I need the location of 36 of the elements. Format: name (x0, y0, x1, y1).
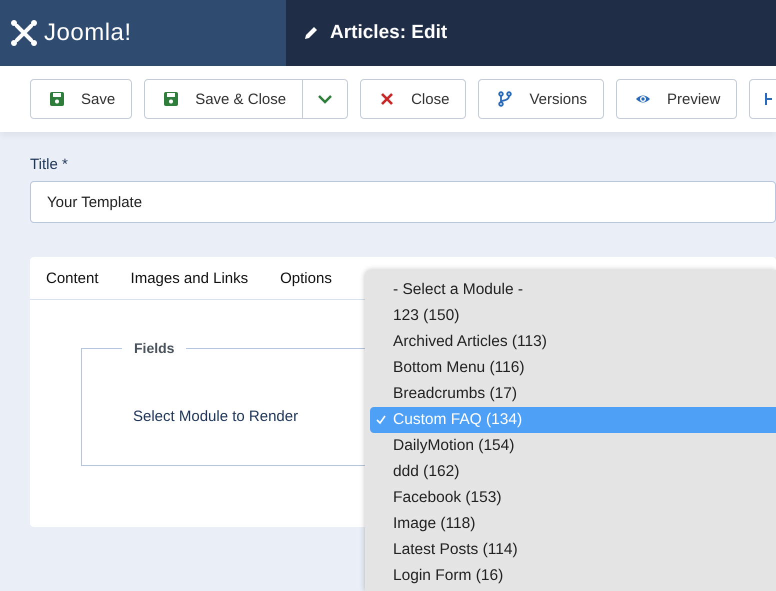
toolbar-button[interactable] (749, 79, 776, 119)
save-close-button[interactable]: Save & Close (144, 79, 304, 119)
save-button[interactable]: Save (30, 79, 132, 119)
dropdown-option[interactable]: Latest Posts (114) (370, 537, 776, 563)
dropdown-option[interactable]: - Select a Module - (370, 277, 776, 303)
dropdown-option[interactable]: ddd (162) (370, 459, 776, 485)
dropdown-toggle-button[interactable] (303, 79, 348, 119)
close-icon (379, 91, 396, 107)
tab[interactable]: Images and Links (114, 257, 264, 299)
joomla-logo-icon (9, 18, 39, 48)
branch-icon (497, 91, 514, 107)
preview-button[interactable]: Preview (616, 79, 738, 119)
checkmark-icon (376, 415, 386, 425)
dropdown-option[interactable]: Archived Articles (113) (370, 329, 776, 355)
dropdown-option[interactable]: Image (118) (370, 511, 776, 537)
close-button[interactable]: Close (360, 79, 466, 119)
dropdown-option[interactable]: Breadcrumbs (17) (370, 381, 776, 407)
dropdown-option[interactable]: Login Form (16) (370, 563, 776, 589)
module-hint: Select Module to Render (133, 408, 298, 425)
dropdown-option[interactable]: Facebook (153) (370, 485, 776, 511)
fieldset-legend: Fields (122, 340, 186, 356)
versions-button[interactable]: Versions (478, 79, 604, 119)
save-icon (49, 91, 65, 107)
page-title: Articles: Edit (330, 22, 448, 44)
columns-icon (764, 91, 772, 107)
tab[interactable]: Options (264, 257, 348, 299)
dropdown-option[interactable]: Bottom Menu (116) (370, 355, 776, 381)
chevron-down-icon (317, 94, 334, 104)
logo-text: Joomla! (44, 19, 132, 47)
pencil-icon (302, 24, 320, 42)
tab[interactable]: Content (30, 257, 115, 299)
title-input[interactable]: Your Template (30, 181, 776, 223)
save-icon (163, 91, 180, 107)
dropdown-option[interactable]: DailyMotion (154) (370, 433, 776, 459)
dropdown-option[interactable]: 123 (150) (370, 303, 776, 329)
title-label: Title * (30, 156, 69, 173)
